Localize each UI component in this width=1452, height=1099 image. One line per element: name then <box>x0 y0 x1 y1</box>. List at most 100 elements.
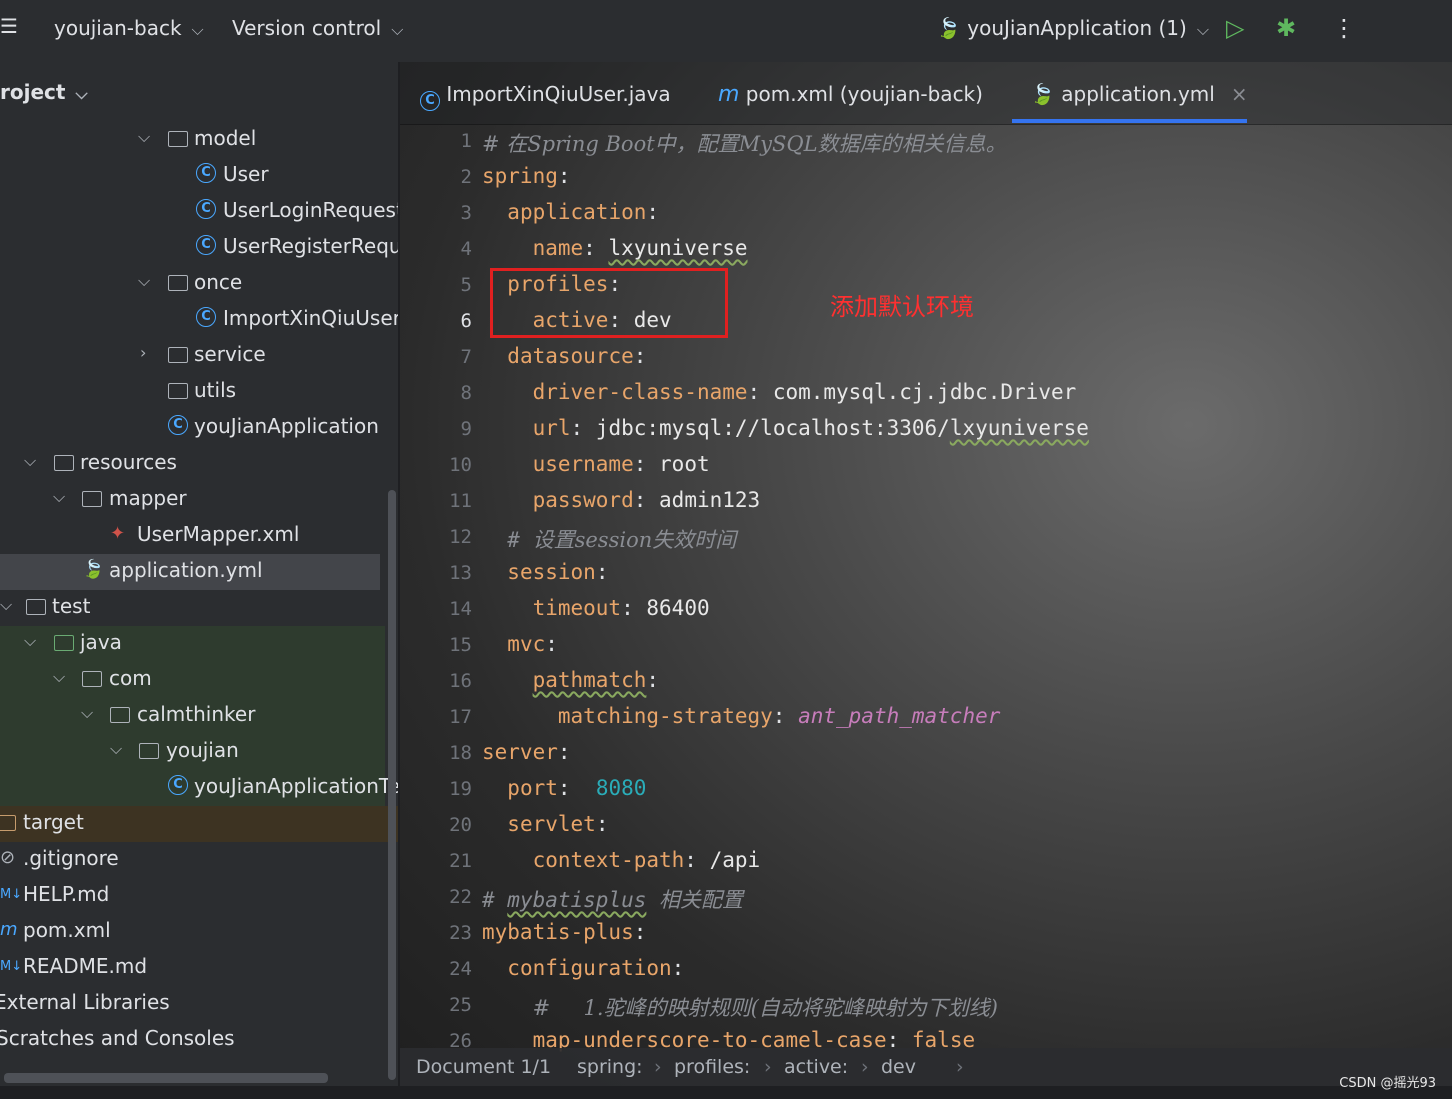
vcs-menu[interactable]: Version control ⌵ <box>232 16 403 40</box>
tree-item-pom-xml[interactable]: m pom.xml <box>0 914 385 950</box>
tree-label: test <box>52 594 91 618</box>
code-text: mybatis-plus: <box>482 920 647 944</box>
close-icon[interactable]: × <box>1231 82 1248 106</box>
horizontal-scrollbar[interactable] <box>4 1073 328 1083</box>
chevron-down-icon: ⌵ <box>81 703 94 722</box>
tree-item-importxinqiuuser[interactable]: C ImportXinQiuUser <box>0 302 398 338</box>
breadcrumb-spring[interactable]: spring: <box>577 1056 643 1078</box>
line-number: 12 <box>449 526 472 548</box>
tree-item-youjianapplicationtests[interactable]: CyouJianApplicationTes <box>0 770 398 806</box>
tree-label: once <box>194 270 243 294</box>
line-number: 16 <box>449 670 472 692</box>
tree-label: model <box>194 126 257 150</box>
breadcrumb-document[interactable]: Document 1/1 <box>416 1056 551 1078</box>
tree-label: External Libraries <box>0 990 170 1014</box>
code-line: 10 username: root <box>400 448 1452 484</box>
chevron-down-icon: ⌵ <box>110 739 123 758</box>
tree-item-user[interactable]: C User <box>0 158 385 194</box>
code-text: context-path: /api <box>532 848 761 872</box>
yaml-value: admin123 <box>659 488 761 512</box>
line-number: 17 <box>449 706 472 728</box>
tree-label: youJianApplicationTes <box>194 774 399 798</box>
yaml-value: lxyuniverse <box>608 236 748 260</box>
tree-label: target <box>23 810 84 834</box>
chevron-down-icon: ⌵ <box>1196 20 1209 39</box>
tree-item-calmthinker[interactable]: ⌵ calmthinker <box>0 698 385 734</box>
yaml-key: driver-class-name <box>532 380 748 404</box>
project-switcher[interactable]: youjian-back ⌵ <box>54 16 204 40</box>
tree-item-utils[interactable]: utils <box>0 374 385 410</box>
tree-label: utils <box>194 378 237 402</box>
line-number: 24 <box>449 958 472 980</box>
yaml-key: datasource <box>507 344 634 368</box>
line-number: 25 <box>449 994 472 1016</box>
bottom-edge <box>0 1086 1452 1099</box>
tree-item-test[interactable]: ⌵ test <box>0 590 385 626</box>
tree-item-youjian[interactable]: ⌵ youjian <box>0 734 385 770</box>
code-view[interactable]: 1 # 在Spring Boot中，配置MySQL数据库的相关信息。 2 sprin… <box>400 124 1452 1052</box>
code-line: 1 # 在Spring Boot中，配置MySQL数据库的相关信息。 <box>400 124 1452 160</box>
tree-item-resources[interactable]: ⌵ resources <box>0 446 385 482</box>
code-text: matching-strategy: ant_path_matcher <box>557 704 1001 728</box>
tab-application-yml[interactable]: 🍃 application.yml × <box>1030 82 1248 106</box>
debug-icon[interactable]: ✱ <box>1276 14 1296 42</box>
tree-item-gitignore[interactable]: ⊘ .gitignore <box>0 842 385 878</box>
tree-item-model[interactable]: ⌵ model <box>0 122 385 158</box>
package-icon <box>168 383 188 399</box>
code-line: 25 # 1.驼峰的映射规则(自动将驼峰映射为下划线) <box>400 988 1452 1024</box>
code-line: 24 configuration: <box>400 952 1452 988</box>
tree-label: mapper <box>109 486 187 510</box>
code-line: 2 spring: <box>400 160 1452 196</box>
tree-label: resources <box>80 450 177 474</box>
code-text: # 在Spring Boot中，配置MySQL数据库的相关信息。 <box>482 132 1007 156</box>
run-icon[interactable]: ▷ <box>1226 14 1244 42</box>
tab-pom-xml[interactable]: m pom.xml (youjian-back) <box>718 82 983 107</box>
tree-item-userloginrequest[interactable]: C UserLoginRequest <box>0 194 398 230</box>
line-number: 20 <box>449 814 472 836</box>
breadcrumb-profiles[interactable]: profiles: <box>674 1056 750 1078</box>
line-number: 5 <box>460 274 472 296</box>
chevron-down-icon: ⌵ <box>191 20 204 39</box>
project-view-header[interactable]: roject ⌵ <box>0 80 88 104</box>
vertical-scrollbar[interactable] <box>388 490 396 1080</box>
yaml-key: mybatis-plus <box>482 920 634 944</box>
tree-item-userregisterrequest[interactable]: C UserRegisterReque <box>0 230 398 266</box>
editor-area: C ImportXinQiuUser.java m pom.xml (youji… <box>400 62 1452 1099</box>
yaml-key: password <box>532 488 634 512</box>
hamburger-menu-icon[interactable]: ☰ <box>0 14 18 38</box>
tree-item-youjianapplication[interactable]: CyouJianApplication <box>0 410 385 446</box>
class-icon: C <box>420 91 440 111</box>
yaml-key: configuration <box>507 956 672 980</box>
tree-item-once[interactable]: ⌵ once <box>0 266 385 302</box>
yaml-value: /api <box>709 848 761 872</box>
breadcrumb-dev[interactable]: dev <box>881 1056 916 1078</box>
tree-item-usermapper-xml[interactable]: ✦ UserMapper.xml <box>0 518 385 554</box>
package-icon <box>168 131 188 147</box>
breadcrumb-active[interactable]: active: <box>784 1056 848 1078</box>
tree-item-java[interactable]: ⌵ java <box>0 626 385 662</box>
code-line: 8 driver-class-name: com.mysql.cj.jdbc.D… <box>400 376 1452 412</box>
line-number: 15 <box>449 634 472 656</box>
tree-item-help-md[interactable]: M↓ HELP.md <box>0 878 385 914</box>
tree-item-target[interactable]: target <box>0 806 398 842</box>
tree-item-external-libraries[interactable]: External Libraries <box>0 986 385 1022</box>
package-icon <box>168 275 188 291</box>
tree-item-readme-md[interactable]: M↓ README.md <box>0 950 385 986</box>
yaml-value: com.mysql.cj.jdbc.Driver <box>772 380 1077 404</box>
tree-item-service[interactable]: › service <box>0 338 385 374</box>
tab-importxinqiuuser[interactable]: C ImportXinQiuUser.java <box>420 82 671 111</box>
tree-item-application-yml[interactable]: 🍃 application.yml <box>0 554 380 590</box>
run-config-selector[interactable]: 🍃 youJianApplication (1) ⌵ <box>936 16 1209 40</box>
code-text: driver-class-name: com.mysql.cj.jdbc.Dri… <box>532 380 1077 404</box>
breadcrumb-separator: › <box>861 1056 869 1078</box>
code-text: datasource: <box>507 344 647 368</box>
yaml-comment: # <box>507 528 533 552</box>
chevron-down-icon: ⌵ <box>53 667 66 686</box>
tree-item-mapper[interactable]: ⌵ mapper <box>0 482 385 518</box>
tree-item-scratches[interactable]: Scratches and Consoles <box>0 1022 385 1058</box>
tree-item-com[interactable]: ⌵ com <box>0 662 385 698</box>
resources-folder-icon <box>54 455 74 471</box>
spring-class-icon: C <box>168 415 188 435</box>
code-line: 19 port: 8080 <box>400 772 1452 808</box>
more-actions-icon[interactable]: ⋮ <box>1332 14 1356 42</box>
